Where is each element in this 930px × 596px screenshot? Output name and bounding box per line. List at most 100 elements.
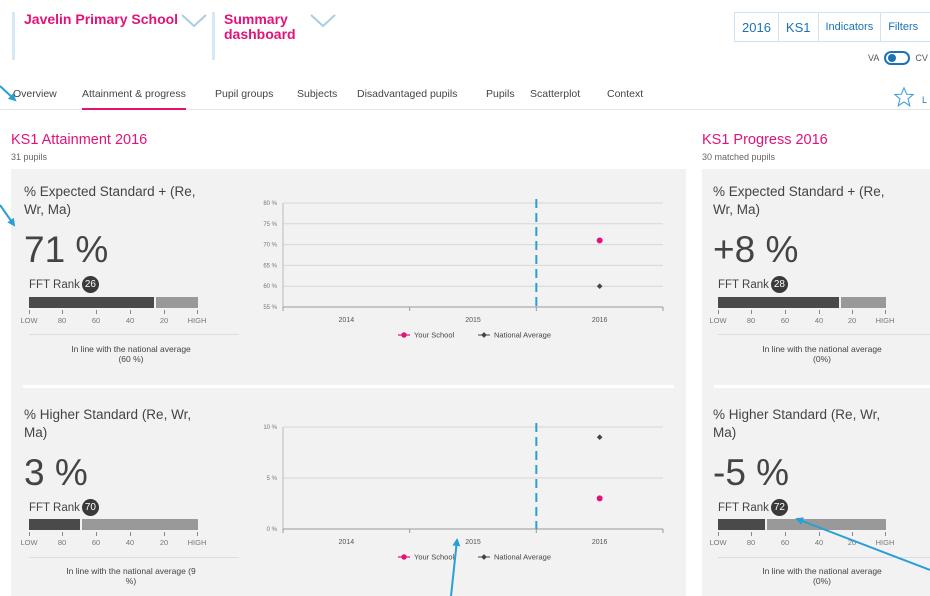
status-text: In line with the national average (0%) xyxy=(762,344,882,364)
point-national-average xyxy=(596,283,603,290)
metric-value: 71 % xyxy=(24,229,109,270)
scale-label: 20 xyxy=(847,316,857,325)
main-nav: Overview Attainment & progress Pupil gro… xyxy=(0,88,930,110)
rank-bar xyxy=(718,297,886,308)
nav-attainment-progress[interactable]: Attainment & progress xyxy=(82,88,186,110)
chart-svg: 0 % 5 % 10 % 2014 2015 2016 Your School Nationa… xyxy=(263,423,664,562)
scale-label: 80 xyxy=(57,538,67,547)
scale-label: LOW xyxy=(20,316,38,325)
scale-label: 60 xyxy=(780,316,790,325)
attainment-title: KS1 Attainment 2016 xyxy=(11,132,148,148)
scale-label: LOW xyxy=(709,316,727,325)
fft-rank: FFT Rank 28 xyxy=(718,276,788,293)
divider xyxy=(29,557,239,558)
nav-scatterplot[interactable]: Scatterplot xyxy=(530,88,580,110)
progress-title: KS1 Progress 2016 xyxy=(702,132,828,148)
scale-label: 20 xyxy=(159,316,169,325)
rank-bar-gap xyxy=(839,297,841,308)
metric-title: % Expected Standard + (Re, Wr, Ma) xyxy=(713,184,885,217)
y-tick-label: 0 % xyxy=(267,527,278,533)
legend-label: National Average xyxy=(494,331,551,340)
rank-bar-fill xyxy=(29,297,154,308)
metric-value: -5 % xyxy=(713,452,790,493)
scale-label: HIGH xyxy=(875,316,895,325)
x-tick-label: 2014 xyxy=(339,317,355,324)
legend-marker xyxy=(401,554,407,560)
y-tick-label: 70 % xyxy=(263,243,277,249)
scale-label: 80 xyxy=(746,538,756,547)
rank-bar xyxy=(29,519,198,530)
y-tick-label: 10 % xyxy=(263,425,277,431)
rank-bar-gap xyxy=(765,519,767,530)
y-tick-label: 55 % xyxy=(263,305,277,311)
keystage-tab[interactable]: KS1 xyxy=(779,13,819,41)
status-text: In line with the national average (60 %) xyxy=(71,344,191,364)
nav-pupil-groups[interactable]: Pupil groups xyxy=(215,88,273,110)
fft-rank: FFT Rank 72 xyxy=(718,499,788,516)
legend-label: National Average xyxy=(494,553,551,562)
scale-label: 20 xyxy=(159,538,169,547)
progress-panel: % Expected Standard + (Re, Wr, Ma) +8 % … xyxy=(702,169,930,596)
chevron-down-icon[interactable] xyxy=(310,14,336,28)
star-icon[interactable] xyxy=(893,86,915,108)
school-name: Javelin Primary School xyxy=(24,11,179,27)
chart-higher: 0 % 5 % 10 % 2014 2015 2016 Your School Nationa… xyxy=(256,421,671,579)
attainment-panel: % Expected Standard + (Re, Wr, Ma) 71 % … xyxy=(11,169,686,596)
legend-marker xyxy=(481,332,487,338)
filters-tab[interactable]: Filters xyxy=(881,13,930,41)
indicators-tab[interactable]: Indicators xyxy=(819,13,882,41)
toggle-knob xyxy=(888,54,897,62)
scale-label: HIGH xyxy=(187,316,207,325)
dashboard-name: Summary dashboard xyxy=(224,11,296,42)
breadcrumb-school[interactable]: Javelin Primary School xyxy=(12,12,208,60)
scale-label: 60 xyxy=(91,316,101,325)
fft-rank-label: FFT Rank xyxy=(718,501,769,514)
point-your-school xyxy=(596,237,603,244)
fft-rank-label: FFT Rank xyxy=(29,278,80,291)
y-tick-label: 5 % xyxy=(267,476,278,482)
nav-pupils[interactable]: Pupils xyxy=(486,88,515,110)
va-cv-toggle[interactable] xyxy=(884,51,911,65)
y-tick-label: 65 % xyxy=(263,263,277,269)
favourite-label[interactable]: L xyxy=(922,95,927,105)
y-tick-label: 75 % xyxy=(263,222,277,228)
x-tick-label: 2015 xyxy=(465,539,481,546)
rank-bar-fill xyxy=(29,519,80,530)
toggle-label-cv: CV xyxy=(915,53,928,63)
chevron-down-icon[interactable] xyxy=(181,14,207,28)
rank-bar-fill xyxy=(718,297,839,308)
year-tab[interactable]: 2016 xyxy=(735,13,779,41)
scale-label: 80 xyxy=(57,316,67,325)
scale-label: 60 xyxy=(780,538,790,547)
va-cv-toggle-row: VA CV xyxy=(868,51,928,65)
x-tick-label: 2014 xyxy=(339,539,355,546)
metric-value: +8 % xyxy=(713,229,799,270)
metric-title: % Higher Standard (Re, Wr, Ma) xyxy=(24,407,192,440)
breadcrumb-dashboard[interactable]: Summary dashboard xyxy=(212,12,342,60)
chart-svg: 55 % 60 % 65 % 70 % 75 % 80 % 2014 2015 2016 Your… xyxy=(263,199,664,340)
y-tick-label: 60 % xyxy=(263,284,277,290)
rank-bar-gap xyxy=(154,297,156,308)
nav-context[interactable]: Context xyxy=(607,88,643,110)
divider xyxy=(29,334,239,335)
nav-overview[interactable]: Overview xyxy=(13,88,57,110)
nav-disadvantaged-pupils[interactable]: Disadvantaged pupils xyxy=(357,88,457,110)
legend-label: Your School xyxy=(414,553,455,562)
panel-separator xyxy=(714,385,930,388)
rank-bar xyxy=(718,519,886,530)
x-tick-label: 2016 xyxy=(592,317,608,324)
fft-rank-badge: 26 xyxy=(81,276,99,293)
rank-bar-gap xyxy=(80,519,82,530)
rank-scale: LOW 80 60 40 20 HIGH xyxy=(20,310,206,326)
fft-rank: FFT Rank 70 xyxy=(29,499,99,516)
context-tabs: 2016 KS1 Indicators Filters xyxy=(734,12,930,42)
scale-label: HIGH xyxy=(875,538,895,547)
metric-title: % Expected Standard + (Re, Wr, Ma) xyxy=(24,184,196,217)
chart-expected: 55 % 60 % 65 % 70 % 75 % 80 % 2014 2015 2016 Your… xyxy=(256,197,671,357)
fft-rank-badge: 70 xyxy=(81,499,99,516)
nav-subjects[interactable]: Subjects xyxy=(297,88,337,110)
scale-label: 60 xyxy=(91,538,101,547)
scale-label: LOW xyxy=(20,538,38,547)
scale-label: 80 xyxy=(746,316,756,325)
divider xyxy=(718,557,930,558)
